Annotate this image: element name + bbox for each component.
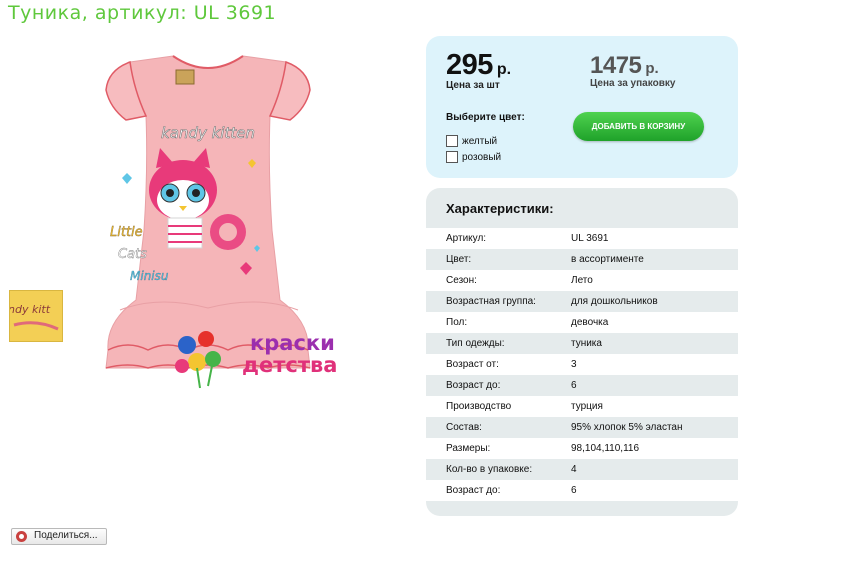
add-to-cart-button[interactable]: ДОБАВИТЬ В КОРЗИНУ	[573, 112, 704, 141]
color-select-title: Выберите цвет:	[446, 112, 525, 123]
spec-row: Возраст от: 3	[426, 354, 738, 375]
share-icon	[16, 531, 27, 542]
color-option-label: желтый	[462, 135, 498, 147]
print-text-line-3: Minisu	[130, 269, 169, 283]
spec-row: Кол-во в упаковке: 4	[426, 459, 738, 480]
svg-text:ndy kitt: ndy kitt	[10, 303, 51, 316]
brand-logo-line-1: краски	[250, 331, 335, 355]
spec-row: Тип одежды: туника	[426, 333, 738, 354]
color-checkbox-yellow[interactable]	[446, 135, 458, 147]
pack-price: 1475 р. Цена за упаковку	[590, 52, 675, 89]
print-text-top: kandy kitten	[161, 124, 255, 142]
spec-row: Возраст до: 6	[426, 375, 738, 396]
color-option-yellow[interactable]: желтый	[446, 133, 525, 149]
unit-price: 295 р. Цена за шт	[446, 49, 511, 91]
spec-row: Цвет: в ассортименте	[426, 249, 738, 270]
spec-row: Производство турция	[426, 396, 738, 417]
spec-row: Артикул: UL 3691	[426, 228, 738, 249]
share-button[interactable]: Поделиться...	[11, 528, 107, 545]
specs-title: Характеристики:	[446, 201, 554, 216]
color-option-pink[interactable]: розовый	[446, 149, 525, 165]
color-select: Выберите цвет: желтый розовый	[446, 112, 525, 165]
unit-price-value: 295	[446, 49, 493, 81]
page-title: Туника, артикул: UL 3691	[8, 2, 277, 24]
color-checkbox-pink[interactable]	[446, 151, 458, 163]
print-text-line-2: Cats	[118, 247, 147, 262]
spec-row: Возраст до: 6	[426, 480, 738, 501]
pack-price-currency: р.	[645, 60, 659, 77]
pack-price-value: 1475	[590, 52, 642, 79]
pack-price-caption: Цена за упаковку	[590, 78, 676, 89]
color-option-label: розовый	[462, 151, 502, 163]
spec-row: Возрастная группа: для дошкольников	[426, 291, 738, 312]
spec-row: Пол: девочка	[426, 312, 738, 333]
spec-row: Сезон: Лето	[426, 270, 738, 291]
share-label: Поделиться...	[34, 530, 98, 541]
brand-logo: краски детства	[175, 331, 337, 389]
print-text-line-1: Little	[110, 225, 143, 240]
brand-logo-line-2: детства	[242, 353, 337, 377]
price-box: 295 р. Цена за шт 1475 р. Цена за упаковку…	[426, 36, 738, 178]
spec-row: Размеры: 98,104,110,116	[426, 438, 738, 459]
product-thumbnail[interactable]: ndy kitt	[9, 290, 63, 342]
unit-price-currency: р.	[496, 61, 512, 78]
spec-row: Состав: 95% хлопок 5% эластан	[426, 417, 738, 438]
